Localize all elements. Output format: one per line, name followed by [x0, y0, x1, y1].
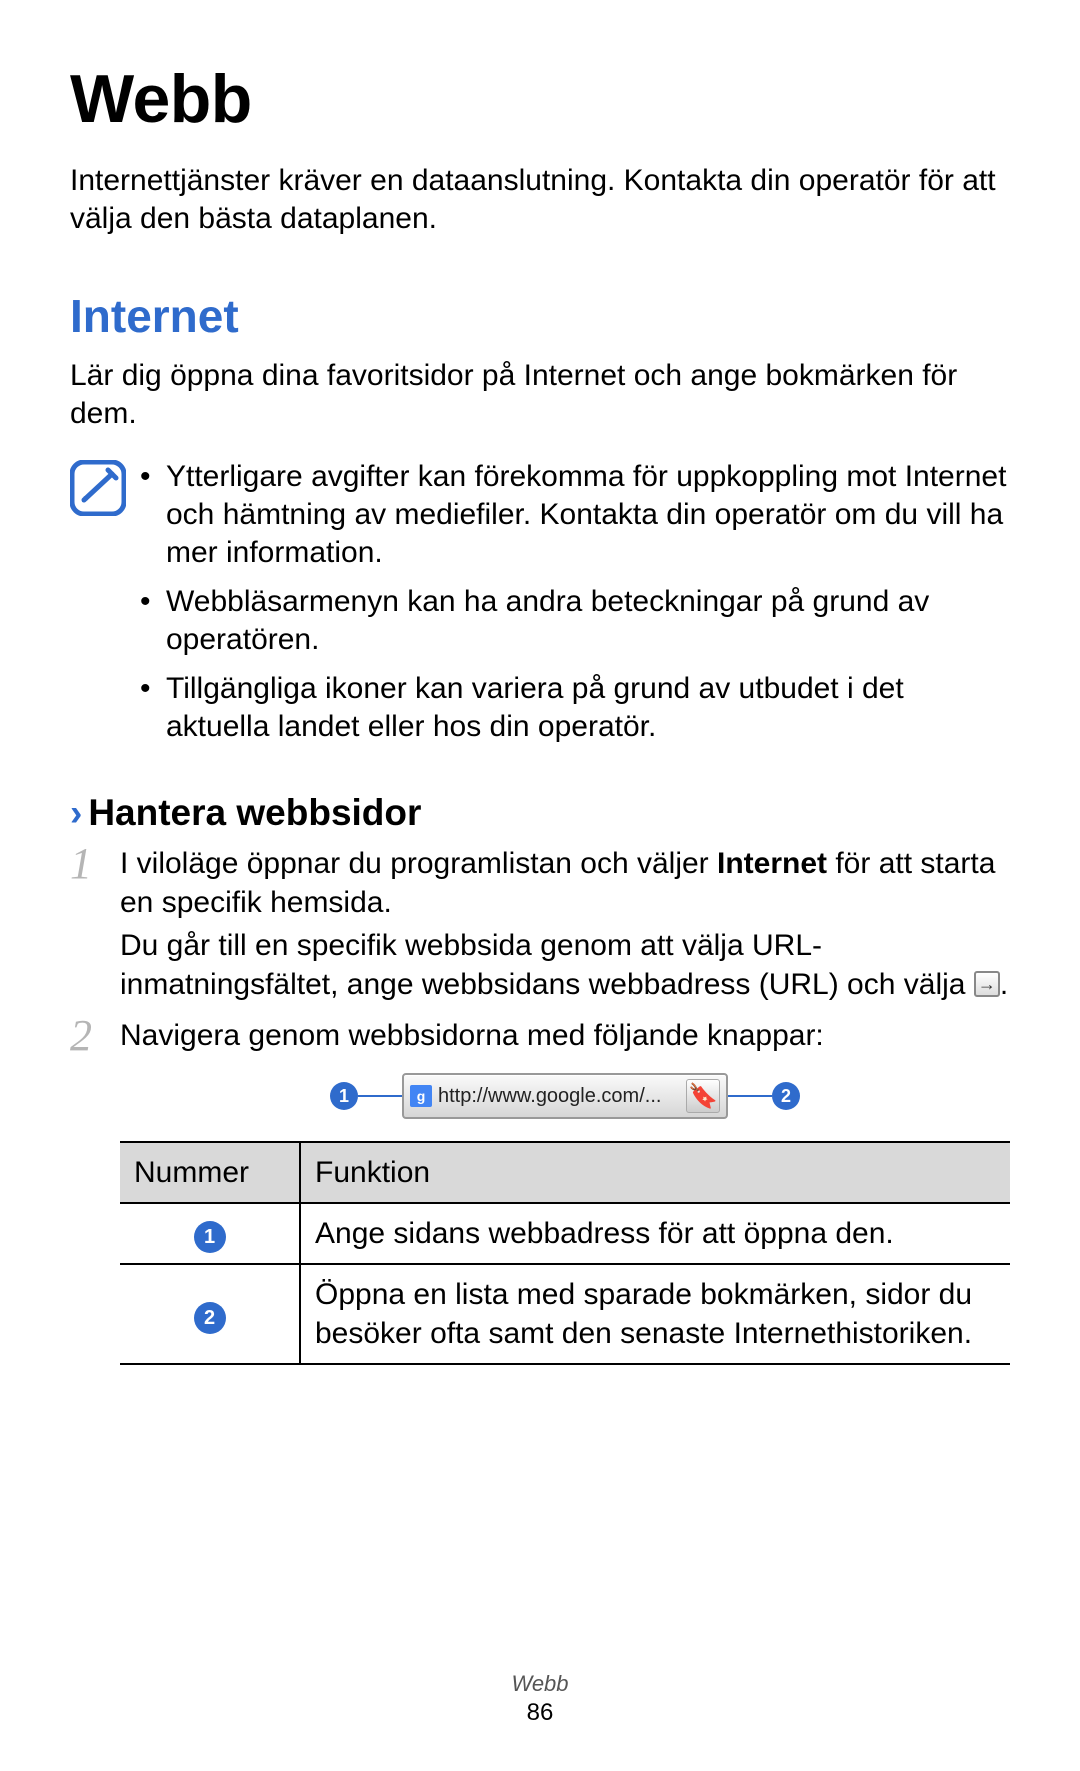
number-badge: 2 — [194, 1302, 226, 1334]
intro-paragraph: Internettjänster kräver en dataanslutnin… — [70, 162, 1010, 239]
step1-para: Du går till en specifik webbsida genom a… — [120, 929, 974, 1001]
callout-line — [728, 1095, 772, 1097]
note-block: Ytterligare avgifter kan förekomma för u… — [70, 458, 1010, 757]
page-footer: Webb 86 — [0, 1671, 1080, 1727]
step-2: 2 Navigera genom webbsidorna med följand… — [70, 1016, 1010, 1365]
bookmark-icon: 🔖 — [686, 1079, 720, 1113]
note-item: Tillgängliga ikoner kan variera på grund… — [140, 670, 1010, 747]
table-row: 2 Öppna en lista med sparade bokmärken, … — [120, 1264, 1010, 1364]
url-bar: g http://www.google.com/... 🔖 — [402, 1073, 728, 1119]
step2-text: Navigera genom webbsidorna med följande … — [120, 1016, 1010, 1055]
url-text: http://www.google.com/... — [438, 1083, 678, 1109]
note-list: Ytterligare avgifter kan förekomma för u… — [140, 458, 1010, 757]
internet-intro: Lär dig öppna dina favoritsidor på Inter… — [70, 357, 1010, 434]
go-arrow-icon: → — [974, 971, 1000, 997]
callout-2: 2 — [728, 1082, 800, 1110]
footer-section-name: Webb — [0, 1671, 1080, 1697]
step-1: 1 I viloläge öppnar du programlistan och… — [70, 844, 1010, 1004]
function-text: Öppna en lista med sparade bokmärken, si… — [300, 1264, 1010, 1364]
note-item: Ytterligare avgifter kan förekomma för u… — [140, 458, 1010, 573]
table-header-function: Funktion — [300, 1142, 1010, 1203]
subsection-title: Hantera webbsidor — [88, 792, 421, 833]
table-row: 1 Ange sidans webbadress för att öppna d… — [120, 1203, 1010, 1264]
note-item: Webbläsarmenyn kan ha andra beteckningar… — [140, 583, 1010, 660]
step-list: 1 I viloläge öppnar du programlistan och… — [70, 844, 1010, 1365]
callout-badge: 2 — [772, 1082, 800, 1110]
document-page: Webb Internettjänster kräver en dataansl… — [0, 0, 1080, 1771]
chevron-icon: › — [70, 792, 82, 833]
step1-dot: . — [1000, 968, 1008, 1001]
note-icon — [70, 458, 140, 521]
callout-1: 1 — [330, 1082, 402, 1110]
number-badge: 1 — [194, 1221, 226, 1253]
page-title: Webb — [70, 60, 1010, 138]
footer-page-number: 86 — [0, 1699, 1080, 1727]
step1-bold: Internet — [717, 847, 827, 880]
callout-badge: 1 — [330, 1082, 358, 1110]
callout-line — [358, 1095, 402, 1097]
step-number: 1 — [70, 835, 92, 892]
table-header-number: Nummer — [120, 1142, 300, 1203]
function-text: Ange sidans webbadress för att öppna den… — [300, 1203, 1010, 1264]
function-table: Nummer Funktion 1 Ange sidans webbadress… — [120, 1141, 1010, 1365]
step-number: 2 — [70, 1007, 92, 1064]
browser-bar-screenshot: 1 g http://www.google.com/... 🔖 2 — [120, 1073, 1010, 1119]
section-heading-internet: Internet — [70, 289, 1010, 343]
subsection-heading: ›Hantera webbsidor — [70, 792, 1010, 834]
favicon-icon: g — [410, 1085, 432, 1107]
step1-text-a: I viloläge öppnar du programlistan och v… — [120, 847, 717, 880]
